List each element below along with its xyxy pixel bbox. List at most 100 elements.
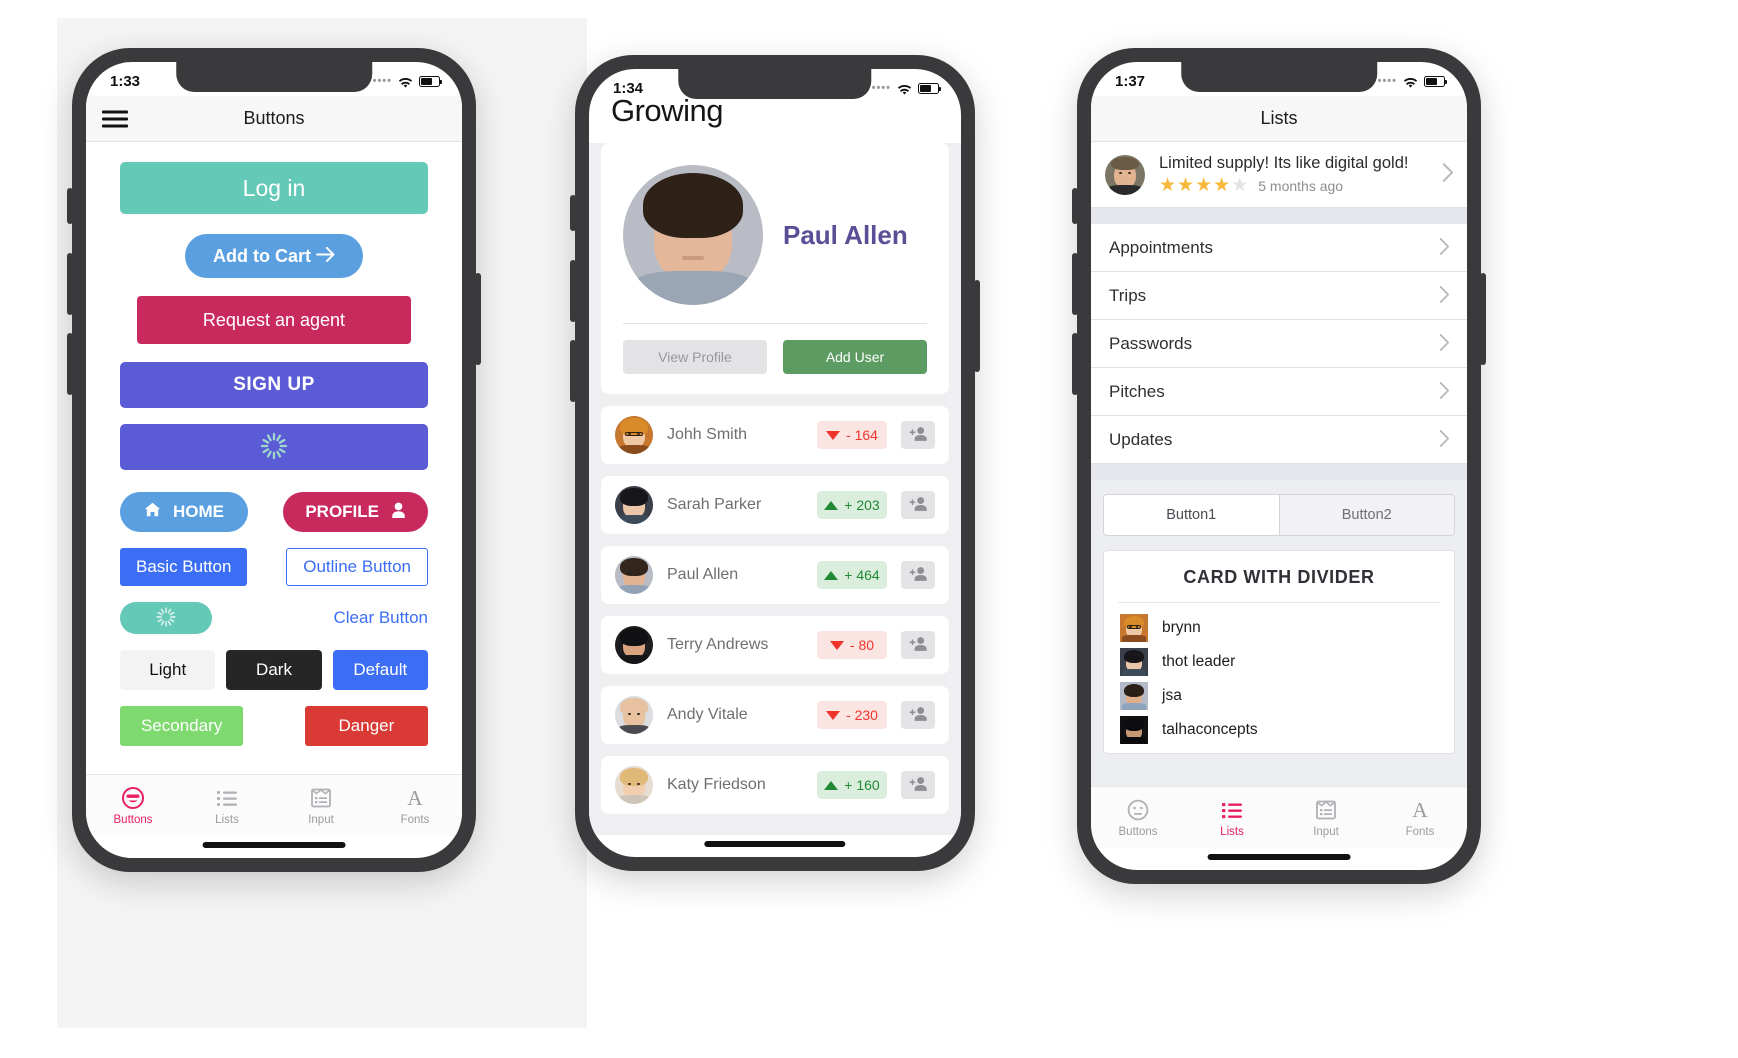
chevron-right-icon [1442,163,1454,186]
chevron-right-icon [1439,429,1450,451]
add-contact-button[interactable] [901,561,935,589]
tab-fonts[interactable]: A Fonts [1373,787,1467,848]
star-filled-icon: ★ [1159,175,1177,196]
list-item[interactable]: Passwords [1091,320,1467,368]
profile-divider [623,323,927,324]
danger-button[interactable]: Danger [304,706,428,746]
tab-lists[interactable]: Lists [1185,787,1279,848]
login-button[interactable]: Log in [120,162,428,214]
loading-button[interactable] [120,424,428,470]
list-item[interactable]: Trips [1091,272,1467,320]
light-button[interactable]: Light [120,650,216,690]
card-list-item[interactable]: thot leader [1104,645,1454,679]
phone1-notch [176,62,372,92]
delta-value: - 80 [849,637,875,653]
delta-value: - 164 [846,427,878,443]
review-item[interactable]: Limited supply! Its like digital gold! ★… [1091,142,1467,208]
phone1-power-button [475,273,481,365]
user-row[interactable]: Katy Friedson + 160 [601,756,949,814]
tab-input[interactable]: Input [1279,787,1373,848]
outline-button[interactable]: Outline Button [286,548,428,586]
add-contact-button[interactable] [901,701,935,729]
triangle-down-icon [826,430,841,440]
phone2-power-button [974,280,980,372]
phone1-volume-up [67,253,73,315]
user-row[interactable]: Paul Allen + 464 [601,546,949,604]
phone3-content: Limited supply! Its like digital gold! ★… [1091,142,1467,786]
segment-button-1[interactable]: Button1 [1104,495,1279,535]
delta-badge: + 160 [817,771,887,799]
star-filled-icon: ★ [1195,175,1213,196]
card-list-item[interactable]: jsa [1104,679,1454,713]
add-to-cart-label: Add to Cart [212,245,311,266]
list-item[interactable]: Pitches [1091,368,1467,416]
sign-up-button[interactable]: SIGN UP [120,362,428,408]
user-row[interactable]: Andy Vitale - 230 [601,686,949,744]
add-contact-button[interactable] [901,421,935,449]
phone2-notch [678,69,872,99]
list-item-label: Passwords [1109,333,1193,353]
hamburger-icon[interactable] [102,106,128,131]
user-row[interactable]: Terry Andrews - 80 [601,616,949,674]
list-item[interactable]: Appointments [1091,224,1467,272]
phone1-content: Log in Add to Cart Request an agent SIGN… [86,142,462,774]
phone3-tabbar: Buttons Lists Input A Fonts [1091,786,1467,848]
basic-button[interactable]: Basic Button [120,548,248,586]
phone1-navbar: Buttons [86,96,462,142]
tab-fonts[interactable]: A Fonts [368,775,462,836]
phone2-home-indicator [704,841,846,847]
theme-button-row: Light Dark Default [120,650,428,690]
secondary-button[interactable]: Secondary [120,706,244,746]
user-name: Paul Allen [667,566,739,583]
divider-card: CARD WITH DIVIDER brynn thot leader jsa [1103,550,1455,754]
tab-buttons[interactable]: Buttons [1091,787,1185,848]
view-profile-button[interactable]: View Profile [623,340,767,374]
user-row[interactable]: Sarah Parker + 203 [601,476,949,534]
card-list-item[interactable]: brynn [1104,611,1454,645]
loading-pill-button[interactable] [120,602,212,634]
profile-card: Paul Allen View Profile Add User [601,143,949,394]
phone1-home-indicator [202,842,346,848]
tab-input[interactable]: Input [274,775,368,836]
review-body: Limited supply! Its like digital gold! ★… [1159,154,1428,195]
profile-button[interactable]: PROFILE [283,492,428,532]
segmented-control-wrap: Button1 Button2 [1091,480,1467,546]
profile-label: PROFILE [305,502,379,521]
avatar [615,556,653,594]
phone1-volume-down [67,333,73,395]
request-agent-button[interactable]: Request an agent [136,296,412,344]
list-item[interactable]: Updates [1091,416,1467,464]
status-button-row: Secondary Danger [120,706,428,746]
phone3-notch [1181,62,1377,92]
phone2-content: Paul Allen View Profile Add User Johh Sm… [589,143,961,835]
default-button[interactable]: Default [332,650,428,690]
chevron-right-icon [1439,285,1450,307]
phone3-status-icons: •••• [1378,75,1447,88]
svg-text:A: A [1412,798,1428,822]
add-contact-button[interactable] [901,491,935,519]
add-contact-button[interactable] [901,631,935,659]
triangle-up-icon [824,570,839,580]
home-icon [144,501,161,523]
card-list-item-label: jsa [1162,687,1182,704]
add-contact-button[interactable] [901,771,935,799]
phone3-volume-up [1072,253,1078,315]
avatar [615,486,653,524]
card-list-item[interactable]: talhaconcepts [1104,713,1454,747]
clear-button[interactable]: Clear Button [334,608,429,628]
svg-text:A: A [407,786,423,810]
user-row[interactable]: Johh Smith - 164 [601,406,949,464]
signal-dots-icon: •••• [372,75,392,87]
home-label: HOME [173,502,224,521]
phone2-clock: 1:34 [613,79,644,97]
triangle-down-icon [829,640,844,650]
add-user-button[interactable]: Add User [783,340,927,374]
dark-button[interactable]: Dark [226,650,322,690]
segment-button-2[interactable]: Button2 [1278,495,1454,535]
tab-buttons[interactable]: Buttons [86,775,180,836]
home-button[interactable]: HOME [120,492,248,532]
avatar [623,165,763,305]
add-to-cart-button[interactable]: Add to Cart [184,234,363,278]
basic-outline-row: Basic Button Outline Button [120,548,428,586]
tab-lists[interactable]: Lists [180,775,274,836]
